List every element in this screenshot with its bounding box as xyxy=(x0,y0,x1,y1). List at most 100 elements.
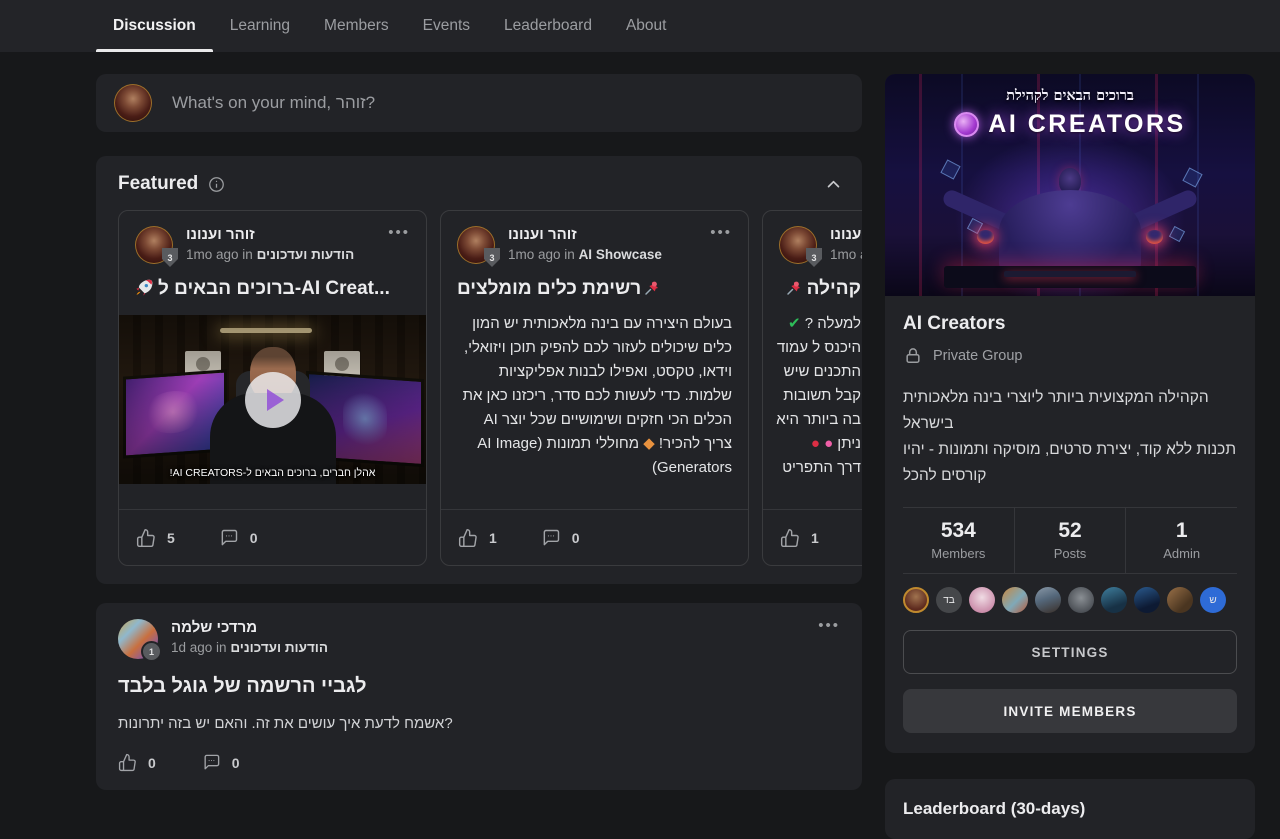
play-button[interactable] xyxy=(245,372,301,428)
post-meta: 1d ago in הודעות ועדכונים xyxy=(171,640,328,655)
top-navigation: Discussion Learning Members Events Leade… xyxy=(0,0,1280,52)
author-name[interactable]: מרדכי שלמה xyxy=(171,619,328,636)
member-avatar[interactable]: בד xyxy=(936,587,962,613)
author-name[interactable]: זוהר וענונו xyxy=(508,226,662,243)
banner-brand-text: AI CREATORS xyxy=(885,110,1255,139)
author-name[interactable]: זוהר וענונו xyxy=(830,226,862,243)
invite-members-button[interactable]: INVITE MEMBERS xyxy=(903,689,1237,733)
post-composer[interactable]: What's on your mind, זוהר? xyxy=(96,74,862,132)
settings-button[interactable]: SETTINGS xyxy=(903,630,1237,674)
community-name: AI Creators xyxy=(903,313,1237,335)
post-meta: 1mo ago in AI Showcase xyxy=(508,247,662,262)
leaderboard-title: Leaderboard (30-days) xyxy=(903,799,1237,819)
featured-card-community[interactable]: 3 זוהר וענונו 1mo ago in xyxy=(762,210,862,566)
level-badge: 3 xyxy=(162,248,178,267)
stat-members[interactable]: 534 Members xyxy=(903,508,1014,573)
category-link[interactable]: הודעות ועדכונים xyxy=(230,640,328,655)
tab-members[interactable]: Members xyxy=(324,0,389,52)
composer-placeholder: What's on your mind, זוהר? xyxy=(172,93,375,113)
privacy-row: Private Group xyxy=(903,346,1237,366)
post-title: ברוכים הבאים ל-AI Creat... xyxy=(135,278,410,300)
tab-leaderboard[interactable]: Leaderboard xyxy=(504,0,592,52)
like-button[interactable]: 1 xyxy=(458,528,497,548)
comment-button[interactable]: 0 xyxy=(219,528,258,548)
tab-learning[interactable]: Learning xyxy=(230,0,290,52)
tab-about[interactable]: About xyxy=(626,0,667,52)
level-badge: 3 xyxy=(484,248,500,267)
more-options-button[interactable]: ••• xyxy=(388,224,410,241)
member-avatar[interactable] xyxy=(1134,587,1160,613)
category-link[interactable]: AI Showcase xyxy=(579,247,662,262)
video-caption: אהלן חברים, ברוכים הבאים ל-AI CREATORS! xyxy=(119,467,426,479)
stat-posts[interactable]: 52 Posts xyxy=(1014,508,1126,573)
like-button[interactable]: 1 xyxy=(780,528,819,548)
comment-icon xyxy=(541,528,561,548)
featured-card-welcome[interactable]: 3 זוהר וענונו 1mo ago in הודעות ועדכונים… xyxy=(118,210,427,566)
collapse-chevron-up-icon[interactable] xyxy=(825,176,842,193)
banner-welcome-text: ברוכים הבאים לקהילת xyxy=(885,87,1255,105)
tab-events[interactable]: Events xyxy=(423,0,470,52)
community-stats: 534 Members 52 Posts 1 Admin xyxy=(903,507,1237,574)
member-avatar[interactable]: ש xyxy=(1200,587,1226,613)
member-avatar[interactable] xyxy=(1068,587,1094,613)
like-button[interactable]: 5 xyxy=(136,528,175,548)
brain-logo-icon xyxy=(954,112,979,137)
leaderboard-card: Leaderboard (30-days) xyxy=(885,779,1255,839)
current-user-avatar[interactable] xyxy=(114,84,152,122)
post-meta: 1mo ago in xyxy=(830,247,862,262)
member-avatar[interactable] xyxy=(1101,587,1127,613)
post-body-fragment: קבל תשובות xyxy=(779,384,861,408)
post-body-fragment: התכנים שיש xyxy=(779,360,861,384)
featured-card-3-body: למעלה ? ✔היכנס ל עמודהתכנים שישקבל תשובו… xyxy=(779,312,861,480)
featured-section-title: Featured xyxy=(118,173,198,195)
rocket-emoji-icon xyxy=(135,278,154,297)
post-body-fragment: בה ביותר היא xyxy=(779,408,861,432)
post-title: קהילה xyxy=(779,278,861,300)
speaker-left xyxy=(185,351,221,377)
post-body-fragment: היכנס ל עמוד xyxy=(779,336,861,360)
level-badge: 1 xyxy=(141,641,162,662)
comment-button[interactable]: 0 xyxy=(202,753,240,772)
more-options-button[interactable]: ••• xyxy=(710,224,732,241)
thumbs-up-icon xyxy=(780,528,800,548)
post-meta: 1mo ago in הודעות ועדכונים xyxy=(186,247,354,262)
member-avatar[interactable] xyxy=(1167,587,1193,613)
comment-icon xyxy=(202,753,221,772)
thumbs-up-icon xyxy=(136,528,156,548)
author-name[interactable]: זוהר וענונו xyxy=(186,226,354,243)
category-link[interactable]: הודעות ועדכונים xyxy=(257,247,355,262)
studio-light xyxy=(220,328,312,333)
featured-section: Featured 3 xyxy=(96,156,862,584)
post-body-fragment: למעלה ? ✔ xyxy=(779,312,861,336)
tab-discussion[interactable]: Discussion xyxy=(113,0,196,52)
community-banner-image: ברוכים הבאים לקהילת AI CREATORS xyxy=(885,74,1255,296)
community-info-card: ברוכים הבאים לקהילת AI CREATORS AI Creat… xyxy=(885,74,1255,753)
featured-cards-carousel: 3 זוהר וענונו 1mo ago in הודעות ועדכונים… xyxy=(118,210,862,566)
member-avatar[interactable] xyxy=(1002,587,1028,613)
speaker-right xyxy=(324,351,360,377)
post-body: בעולם היצירה עם בינה מלאכותית יש המון כל… xyxy=(457,312,732,480)
pushpin-emoji-icon xyxy=(785,279,803,297)
post-body: אשמח לדעת איך עושים את זה. והאם יש בזה י… xyxy=(118,715,840,732)
level-badge: 3 xyxy=(806,248,822,267)
info-icon[interactable] xyxy=(208,176,225,193)
pushpin-emoji-icon xyxy=(643,279,661,297)
video-thumbnail[interactable]: אהלן חברים, ברוכים הבאים ל-AI CREATORS! xyxy=(119,315,426,484)
thumbs-up-icon xyxy=(458,528,478,548)
thumbs-up-icon xyxy=(118,753,137,772)
featured-card-tools[interactable]: 3 זוהר וענונו 1mo ago in AI Showcase •••… xyxy=(440,210,749,566)
more-options-button[interactable]: ••• xyxy=(818,617,840,634)
post-body-fragment: דרך התפריט xyxy=(779,456,861,480)
like-button[interactable]: 0 xyxy=(118,753,156,772)
post-title: רשימת כלים מומלצים xyxy=(457,278,732,300)
lock-icon xyxy=(903,346,923,366)
community-description: הקהילה המקצועית ביותר ליוצרי בינה מלאכות… xyxy=(903,385,1237,489)
comment-button[interactable]: 0 xyxy=(541,528,580,548)
member-avatar[interactable] xyxy=(969,587,995,613)
post-body-fragment: ניתן ● ● xyxy=(779,432,861,456)
member-avatar[interactable] xyxy=(903,587,929,613)
comment-icon xyxy=(219,528,239,548)
member-avatar[interactable] xyxy=(1035,587,1061,613)
feed-post[interactable]: 1 מרדכי שלמה 1d ago in הודעות ועדכונים •… xyxy=(96,603,862,790)
stat-admin[interactable]: 1 Admin xyxy=(1125,508,1237,573)
